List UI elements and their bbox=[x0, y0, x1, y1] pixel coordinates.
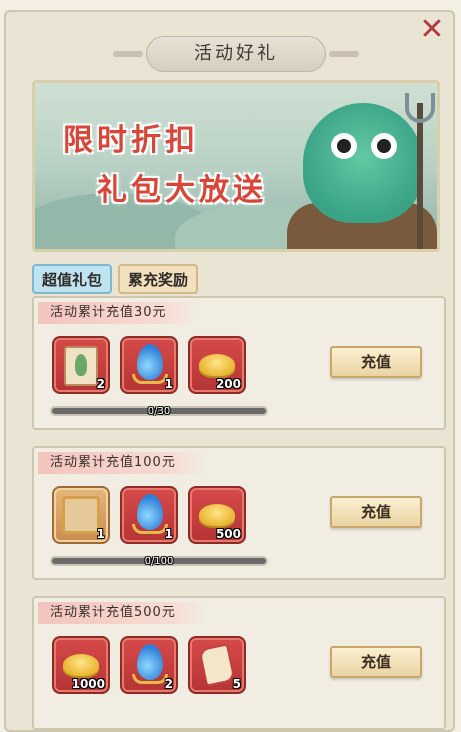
gold-ingot-icon bbox=[199, 354, 235, 376]
tab-cumulative-rewards[interactable]: 累充奖励 bbox=[118, 264, 199, 294]
tier-title: 活动累计充值500元 bbox=[38, 602, 206, 624]
reward-item[interactable]: 5 bbox=[188, 636, 246, 694]
scroll-icon bbox=[198, 643, 236, 687]
banner-headline: 限时折扣 bbox=[63, 123, 199, 158]
item-quantity: 1000 bbox=[71, 677, 105, 691]
tier-title: 活动累计充值100元 bbox=[38, 452, 206, 474]
tier-title: 活动累计充值30元 bbox=[38, 302, 197, 324]
item-quantity: 500 bbox=[215, 527, 241, 541]
tab-bar: 超值礼包 累充奖励 bbox=[32, 264, 199, 294]
reward-tier-card: 活动累计充值500元 1000 2 5 充值 bbox=[32, 596, 446, 730]
tab-value-packs[interactable]: 超值礼包 bbox=[32, 264, 113, 294]
avatar-frame-icon bbox=[62, 496, 100, 534]
item-quantity: 200 bbox=[215, 377, 241, 391]
recharge-button[interactable]: 充值 bbox=[330, 496, 422, 528]
reward-tier-card: 活动累计充值100元 1 1 500 充值 0/100 bbox=[32, 446, 446, 580]
gold-ingot-icon bbox=[199, 504, 235, 526]
reward-item[interactable]: 500 bbox=[188, 486, 246, 544]
progress-text: 0/30 bbox=[147, 406, 171, 417]
progress-text: 0/100 bbox=[144, 556, 174, 567]
reward-item[interactable]: 1 bbox=[52, 486, 110, 544]
reward-item[interactable]: 1 bbox=[120, 486, 178, 544]
mascot-eye bbox=[371, 133, 397, 159]
reward-item[interactable]: 2 bbox=[52, 336, 110, 394]
activity-panel: ✕ 活动好礼 限时折扣 礼包大放送 超值礼包 累充奖励 活动累计充值30元 2 bbox=[4, 10, 455, 732]
item-quantity: 2 bbox=[96, 377, 105, 391]
item-quantity: 1 bbox=[164, 377, 173, 391]
drop-base bbox=[132, 524, 168, 534]
progress-bar: 0/30 bbox=[50, 406, 268, 417]
reward-item[interactable]: 1 bbox=[120, 336, 178, 394]
progress-bar: 0/100 bbox=[50, 556, 268, 567]
recharge-button[interactable]: 充值 bbox=[330, 346, 422, 378]
drop-base bbox=[132, 374, 168, 384]
gold-ingot-icon bbox=[63, 654, 99, 676]
item-quantity: 5 bbox=[232, 677, 241, 691]
fish-mascot-icon bbox=[303, 103, 423, 223]
close-x-icon[interactable]: ✕ bbox=[417, 15, 447, 46]
reward-item[interactable]: 2 bbox=[120, 636, 178, 694]
banner-subheadline: 礼包大放送 bbox=[97, 173, 267, 208]
reward-items: 1000 2 5 bbox=[52, 636, 246, 694]
window-title: 活动好礼 bbox=[113, 36, 359, 72]
item-quantity: 1 bbox=[96, 527, 105, 541]
trident-icon bbox=[417, 103, 423, 249]
reward-items: 2 1 200 bbox=[52, 336, 246, 394]
trident-head bbox=[405, 93, 435, 123]
reward-item[interactable]: 200 bbox=[188, 336, 246, 394]
promo-banner: 限时折扣 礼包大放送 bbox=[32, 80, 440, 252]
drop-base bbox=[132, 674, 168, 684]
reward-items: 1 1 500 bbox=[52, 486, 246, 544]
mascot-eye bbox=[331, 133, 357, 159]
item-quantity: 1 bbox=[164, 527, 173, 541]
seed-scroll-icon bbox=[64, 346, 98, 386]
item-quantity: 2 bbox=[164, 677, 173, 691]
reward-tier-card: 活动累计充值30元 2 1 200 充值 0/30 bbox=[32, 296, 446, 430]
reward-item[interactable]: 1000 bbox=[52, 636, 110, 694]
recharge-button[interactable]: 充值 bbox=[330, 646, 422, 678]
